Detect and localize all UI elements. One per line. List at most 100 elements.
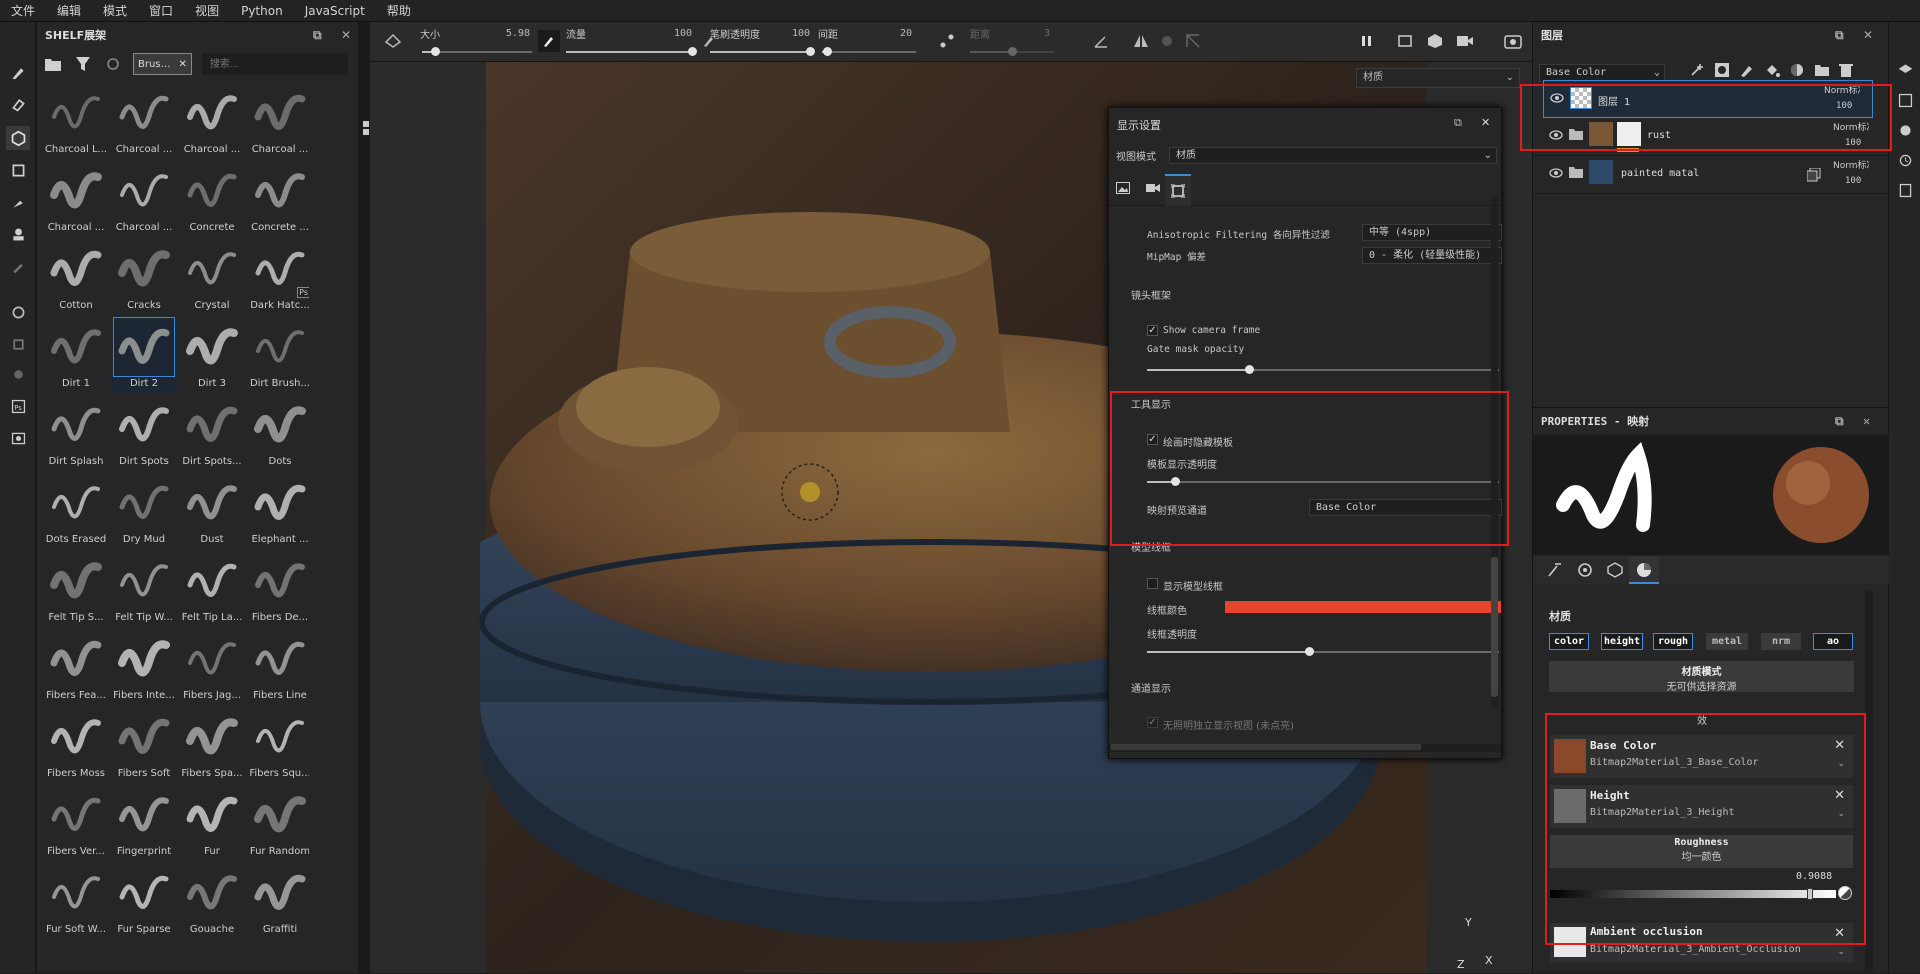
brush-item[interactable]: Dirt Spots [111, 394, 177, 472]
channel-toggle-ao[interactable]: ao [1813, 633, 1853, 650]
symmetry-icon[interactable] [382, 30, 404, 52]
menu-mode[interactable]: 模式 [92, 2, 138, 19]
brush-item[interactable]: Felt Tip W... [111, 550, 177, 628]
pen-pressure-icon[interactable] [538, 30, 560, 52]
brush-item[interactable]: Elephant ... [247, 472, 309, 550]
brush-item[interactable]: Charcoal ... [247, 84, 309, 160]
layer-opacity[interactable]: 100 [1845, 138, 1861, 148]
projection-tool-icon[interactable] [6, 126, 30, 150]
menu-file[interactable]: 文件 [0, 2, 46, 19]
eraser-tool-icon[interactable] [6, 92, 30, 116]
aniso-select[interactable]: 中等 (4spp) [1362, 224, 1502, 241]
brush-item[interactable]: Fibers Moss [43, 706, 109, 784]
brush-item[interactable]: Dust [179, 472, 245, 550]
copy-icon[interactable] [1806, 167, 1821, 185]
brush-item[interactable]: Dry Mud [111, 472, 177, 550]
brush-item[interactable]: Charcoal L... [43, 84, 109, 160]
brush-item[interactable]: Cotton [43, 238, 109, 316]
dialog-hscrollbar[interactable] [1109, 744, 1501, 752]
brush-item[interactable]: Graffiti [247, 862, 309, 940]
brush-item[interactable]: Dirt 3 [179, 316, 245, 394]
view-mode-select[interactable]: 材质 ⌄ [1169, 147, 1497, 164]
export-tool-icon[interactable] [6, 426, 30, 450]
float-panel-icon[interactable]: ⧉ [1835, 28, 1844, 43]
channel-toggle-rough[interactable]: rough [1653, 633, 1693, 650]
mirror-icon[interactable] [1130, 30, 1152, 52]
brush-item[interactable]: Charcoal ... [43, 160, 109, 238]
show-wireframe-checkbox[interactable] [1147, 578, 1158, 589]
brush-item[interactable]: Fur [179, 784, 245, 862]
brush-item[interactable]: Crystal [179, 238, 245, 316]
brush-item[interactable]: Felt Tip S... [43, 550, 109, 628]
size-slider[interactable] [422, 47, 532, 56]
ambient-occlusion-slot[interactable]: Ambient occlusion Bitmap2Material_3_Ambi… [1550, 923, 1853, 963]
clear-slot-icon[interactable]: ✕ [1834, 788, 1845, 803]
tab-camera-icon[interactable] [1146, 183, 1160, 196]
material-mode-box[interactable]: 材质模式 无可供选择资源 [1549, 661, 1854, 693]
spacing-value[interactable]: 20 [870, 28, 912, 39]
brush-item[interactable]: Fur Soft W... [43, 862, 109, 940]
layer-row[interactable]: rust Norm标准 100 [1533, 118, 1889, 156]
stencil-icon[interactable] [1156, 30, 1178, 52]
layer-blend-mode[interactable]: Norm标准 [1833, 158, 1869, 171]
dialog-scrollbar[interactable] [1491, 197, 1498, 707]
tab-material-icon[interactable] [1629, 556, 1659, 584]
add-paint-layer-icon[interactable] [1739, 62, 1755, 81]
show-camera-frame-checkbox[interactable]: ✓ [1147, 325, 1158, 336]
brush-item[interactable]: Felt Tip La... [179, 550, 245, 628]
close-icon[interactable]: ✕ [341, 28, 351, 42]
close-icon[interactable]: ✕ [1863, 414, 1870, 428]
flow-value[interactable]: 100 [642, 28, 692, 39]
chevron-down-icon[interactable]: ⌄ [1837, 759, 1845, 769]
chevron-down-icon[interactable]: ⌄ [1837, 809, 1845, 819]
brush-item[interactable]: Fibers Spa... [179, 706, 245, 784]
visibility-eye-icon[interactable] [1549, 168, 1563, 181]
brush-item[interactable]: Concrete ... [247, 160, 309, 238]
brush-item[interactable]: Concrete [179, 160, 245, 238]
clone-tool-icon[interactable] [6, 222, 30, 246]
brush-opacity-slider[interactable] [710, 47, 815, 56]
chevron-down-icon[interactable]: ⌄ [1837, 947, 1845, 957]
remove-filter-icon[interactable]: ✕ [179, 59, 187, 70]
float-panel-icon[interactable]: ⧉ [313, 28, 322, 43]
visibility-eye-icon[interactable] [1549, 130, 1563, 143]
bake-tool-icon[interactable] [6, 332, 30, 356]
roughness-gradient-slider[interactable] [1550, 888, 1836, 900]
brush-item[interactable]: Dirt Brush... [247, 316, 309, 394]
refresh-icon[interactable] [103, 54, 123, 74]
layer-row[interactable]: painted matal Norm标准 100 [1533, 156, 1889, 194]
clear-slot-icon[interactable]: ✕ [1834, 926, 1845, 941]
brush-item[interactable]: Fibers Ver... [43, 784, 109, 862]
brush-item[interactable]: Fibers Soft [111, 706, 177, 784]
height-slot[interactable]: Height Bitmap2Material_3_Height ✕ ⌄ [1550, 785, 1853, 828]
wire-opacity-slider[interactable] [1147, 647, 1499, 656]
history-icon[interactable] [1893, 148, 1917, 172]
properties-scrollbar[interactable] [1865, 590, 1873, 974]
tab-stencil-icon[interactable] [1607, 562, 1623, 581]
brush-item[interactable]: Fingerprint [111, 784, 177, 862]
mipmap-select[interactable]: 0 - 柔化 (轻量级性能) [1362, 247, 1502, 264]
shelf-search-input[interactable] [201, 53, 348, 75]
brush-item[interactable]: Charcoal ... [111, 84, 177, 160]
tab-viewport-icon[interactable] [1165, 174, 1191, 206]
viewport-mode-select[interactable]: 材质 ⌄ [1356, 68, 1520, 88]
size-value[interactable]: 5.98 [490, 28, 530, 39]
frame-icon[interactable] [1394, 30, 1416, 52]
brush-item[interactable]: Fur Sparse [111, 862, 177, 940]
add-smart-material-icon[interactable] [1789, 62, 1805, 81]
brush-item[interactable]: Dots Erased [43, 472, 109, 550]
brush-item[interactable]: Fur Random [247, 784, 309, 862]
channel-toggle-nrm[interactable]: nrm [1761, 633, 1801, 650]
layer-opacity[interactable]: 100 [1845, 176, 1861, 186]
stencil-opacity-slider[interactable] [1147, 477, 1499, 486]
spacing-slider[interactable] [822, 47, 916, 56]
brush-item[interactable]: Fibers Jag... [179, 628, 245, 706]
layer-row[interactable]: 图层 1 Norm标准 100 [1543, 80, 1873, 118]
menu-edit[interactable]: 编辑 [46, 2, 92, 19]
brush-item[interactable]: Gouache [179, 862, 245, 940]
hide-stencil-checkbox[interactable]: ✓ [1147, 434, 1158, 445]
add-fill-layer-icon[interactable] [1764, 62, 1780, 81]
layer-opacity[interactable]: 100 [1836, 101, 1852, 111]
tab-brush-icon[interactable] [1547, 562, 1563, 581]
brush-item[interactable]: Charcoal ... [179, 84, 245, 160]
